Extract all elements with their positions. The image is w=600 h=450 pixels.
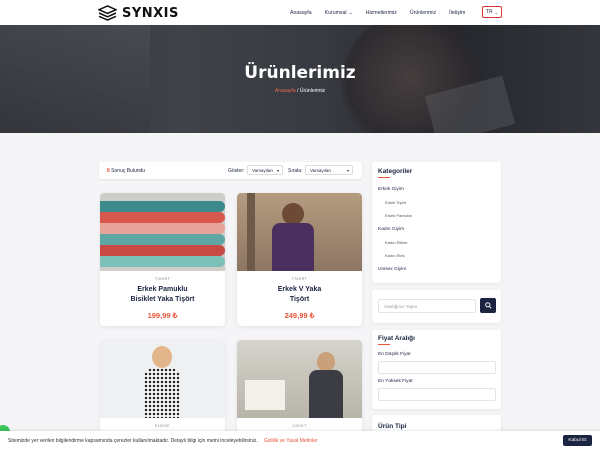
product-name-line: Erkek V Yaka	[277, 286, 322, 293]
product-image[interactable]	[100, 193, 225, 271]
cookie-text: Sitemizde yer verilen bilgilendirme kaps…	[8, 438, 318, 444]
nav-products[interactable]: Ürünlerimiz	[410, 10, 436, 16]
nav-products-label: Ürünlerimiz	[409, 9, 437, 16]
nav-corporate[interactable]: Kurumsal ⌄	[325, 10, 353, 16]
nav-home-label: Anasayfa	[290, 9, 312, 16]
nav-home[interactable]: Anasayfa	[290, 10, 312, 16]
result-label: Sonuç Bulundu	[111, 167, 146, 174]
shirt-fold	[100, 234, 225, 245]
shirt-fold	[100, 223, 225, 234]
wall-panel	[247, 193, 255, 271]
cookie-message: Sitemizde yer verilen bilgilendirme kaps…	[8, 437, 258, 444]
category-item[interactable]: Kadın Giyim	[378, 227, 404, 232]
product-price: 199,99 ₺	[147, 311, 178, 320]
product-name-line: Bisiklet Yaka Tişört	[130, 295, 195, 303]
model-head	[282, 203, 304, 225]
breadcrumb-separator: /	[297, 88, 299, 94]
show-select[interactable]: Varsayılan ▾	[247, 165, 283, 175]
sort-label: Sırala:	[288, 167, 303, 174]
nav-contact-label: İletişim	[449, 9, 466, 16]
shirt-fold	[100, 212, 225, 223]
product-price: 249,99 ₺	[284, 311, 315, 320]
product-image[interactable]	[100, 340, 225, 418]
nav-services[interactable]: Hizmetlerimiz	[366, 10, 397, 16]
cookie-policy-link[interactable]: Gizlilik ve Yasal Metinler	[264, 438, 318, 444]
model-dress	[144, 368, 180, 418]
model-head	[317, 352, 335, 372]
logo-text: SYNXIS	[122, 5, 179, 21]
search-button[interactable]	[480, 298, 496, 313]
logo[interactable]: SYNXIS	[98, 5, 179, 21]
product-category: ELBISE	[154, 424, 171, 428]
product-toolbar: 8 Sonuç Bulundu Göster: Varsayılan ▾ Sıra…	[99, 162, 362, 179]
accept-cookies-button[interactable]: Kabul Et	[563, 435, 592, 446]
model-vest	[309, 370, 343, 418]
product-card[interactable]: TSHIRT Erkek Pamuklu Bisiklet Yaka Tişört…	[100, 193, 225, 326]
category-subitem[interactable]: Erkek Tişört	[385, 200, 406, 205]
nav-services-label: Hizmetlerimiz	[365, 9, 397, 16]
max-price-field[interactable]	[378, 388, 496, 401]
category-item[interactable]: Erkek Giyim	[378, 187, 404, 192]
show-label: Göster:	[228, 167, 245, 174]
result-number: 8	[107, 167, 110, 174]
chevron-down-icon: ▾	[346, 167, 349, 173]
result-count: 8 Sonuç Bulundu	[107, 168, 145, 174]
breadcrumb-current: Ürünlerimiz	[299, 88, 326, 94]
model-shirt	[272, 223, 314, 271]
breadcrumb-home[interactable]: Anasayfa	[275, 88, 296, 94]
chevron-down-icon: ▾	[276, 167, 279, 173]
breadcrumb: Anasayfa / Ürünlerimiz	[0, 88, 600, 94]
category-item[interactable]: Unisex Giyim	[378, 267, 406, 272]
sort-value: Varsayılan	[310, 167, 331, 173]
product-name[interactable]: Erkek V Yaka Tişört	[237, 285, 362, 304]
product-category: TSHIRT	[291, 277, 308, 281]
product-category: TSHIRT	[154, 277, 171, 281]
page-title: Ürünlerimiz	[244, 63, 356, 83]
search-input[interactable]: Aradığınız Yapın	[378, 299, 476, 313]
product-name-line: Tişört	[289, 295, 310, 303]
max-price-label: En Yüksek Fiyat	[378, 379, 413, 384]
language-label: TR	[485, 9, 493, 15]
cookie-banner: Sitemizde yer verilen bilgilendirme kaps…	[0, 431, 600, 450]
chevron-down-icon: ⌄	[348, 9, 353, 16]
chevron-down-icon: ⌄	[494, 9, 499, 15]
category-subitem[interactable]: Kadın Etek	[385, 253, 405, 258]
sort-select[interactable]: Varsayılan ▾	[305, 165, 353, 175]
search-icon	[484, 302, 492, 309]
categories-title: Kategoriler	[378, 168, 413, 178]
product-name-line: Erkek Pamuklu	[137, 286, 188, 293]
product-card[interactable]: TSHIRT Erkek V Yaka Tişört 249,99 ₺	[237, 193, 362, 326]
shirt-fold	[100, 256, 225, 267]
nav-contact[interactable]: İletişim	[449, 10, 465, 16]
main-nav: Anasayfa Kurumsal ⌄ Hizmetlerimiz Ürünler…	[290, 0, 478, 25]
category-subitem[interactable]: Kadın Elbise	[385, 240, 407, 245]
workbench	[245, 380, 285, 410]
product-category: CEKET	[292, 424, 307, 428]
product-image[interactable]	[237, 193, 362, 271]
categories-widget: Kategoriler Erkek Giyim Erkek Tişört Erk…	[372, 162, 501, 283]
page-hero: Ürünlerimiz Anasayfa / Ürünlerimiz	[0, 25, 600, 133]
nav-corporate-label: Kurumsal	[324, 9, 347, 16]
shirt-fold	[100, 201, 225, 212]
price-widget: Fiyat Aralığı En Düşük Fiyat En Yüksek F…	[372, 330, 501, 409]
category-subitem[interactable]: Erkek Pantolon	[385, 213, 412, 218]
product-type-title: Ürün Tipi	[378, 423, 407, 433]
show-value: Varsayılan	[252, 167, 273, 173]
model-head	[152, 346, 172, 368]
site-header: SYNXIS Anasayfa Kurumsal ⌄ Hizmetlerimiz …	[0, 0, 600, 25]
product-image[interactable]	[237, 340, 362, 418]
search-widget: Aradığınız Yapın	[372, 290, 501, 323]
min-price-label: En Düşük Fiyat	[378, 352, 411, 357]
logo-icon	[98, 5, 117, 21]
price-title: Fiyat Aralığı	[378, 335, 415, 345]
product-name[interactable]: Erkek Pamuklu Bisiklet Yaka Tişört	[100, 285, 225, 304]
shirt-fold	[100, 245, 225, 256]
min-price-field[interactable]	[378, 361, 496, 374]
language-select[interactable]: TR ⌄	[482, 6, 502, 18]
